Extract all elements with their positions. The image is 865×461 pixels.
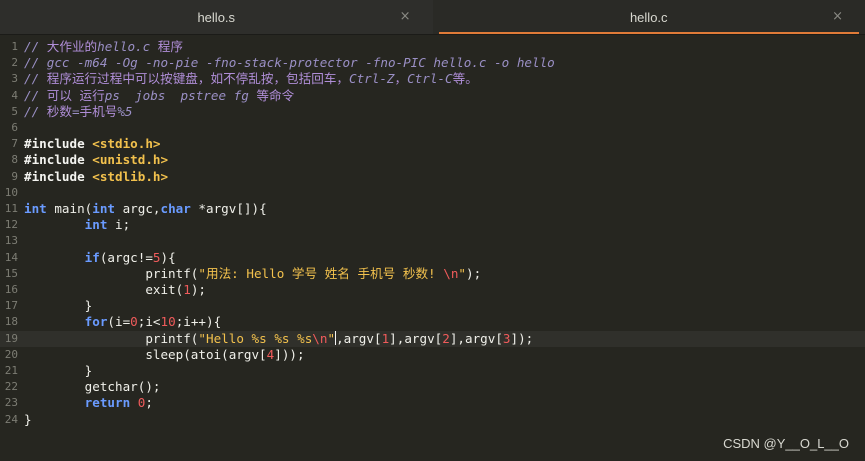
code-text: // 秒数=手机号%5 (24, 103, 133, 119)
code-line[interactable]: 6 (0, 120, 865, 136)
line-number: 23 (4, 396, 18, 410)
code-text: return 0; (84, 395, 153, 411)
code-line[interactable]: 11 int main(int argc,char *argv[]){ (0, 201, 865, 217)
code-text: printf("Hello %s %s %s\n",argv[1],argv[2… (24, 330, 534, 346)
code-text: getchar(); (24, 379, 161, 395)
code-text: exit(1); (24, 282, 206, 297)
code-line[interactable]: 8 #include <unistd.h> (0, 152, 865, 168)
line-number: 15 (4, 266, 18, 280)
code-line[interactable]: 18 for(i=0;i<10;i++){ (0, 314, 865, 330)
line-number: 2 (11, 56, 18, 70)
code-line[interactable]: 16 exit(1); (0, 282, 865, 298)
code-line[interactable]: 4 // 可以 运行ps jobs pstree fg 等命令 (0, 88, 865, 104)
code-line[interactable]: 14 if(argc!=5){ (0, 250, 865, 266)
line-number: 24 (4, 412, 18, 426)
code-line[interactable]: 7 #include <stdio.h> (0, 136, 865, 152)
text-cursor (335, 330, 337, 345)
line-number: 9 (11, 169, 18, 183)
line-number: 5 (11, 104, 18, 118)
line-number: 4 (11, 88, 18, 102)
line-number: 3 (11, 72, 18, 86)
line-number: 1 (11, 40, 18, 53)
line-number: 8 (11, 153, 18, 167)
line-number: 13 (4, 234, 18, 248)
code-text: int i; (84, 217, 131, 233)
close-icon[interactable]: × (832, 9, 843, 24)
tab-label: hello.s (197, 9, 236, 25)
code-line[interactable]: 15 printf("用法: Hello 学号 姓名 手机号 秒数! \n"); (0, 266, 865, 282)
code-line[interactable]: 22 getchar(); (0, 379, 865, 395)
tab-bar: hello.s × hello.c × (0, 0, 865, 35)
line-number: 16 (4, 283, 18, 296)
line-number: 6 (11, 121, 18, 134)
code-line[interactable]: 17 } (0, 298, 865, 314)
code-line[interactable]: 1 // 大作业的hello.c 程序 (0, 39, 865, 55)
code-text: #include <stdlib.h> (24, 168, 169, 184)
code-editor[interactable]: 1 // 大作业的hello.c 程序 2 // gcc -m64 -Og -no-p… (0, 35, 865, 461)
code-text: } (24, 411, 32, 427)
line-number: 17 (4, 299, 18, 313)
watermark: CSDN @Y__O_L__O (723, 436, 849, 451)
tab-label: hello.c (629, 9, 668, 25)
line-number: 19 (4, 331, 18, 345)
code-text: } (24, 298, 93, 314)
code-line[interactable]: 13 (0, 233, 865, 249)
line-number: 12 (4, 218, 18, 232)
code-text: #include <unistd.h> (24, 152, 169, 168)
line-number: 18 (4, 315, 18, 329)
line-number: 21 (4, 364, 18, 377)
code-line[interactable]: 23 return 0; (0, 395, 865, 411)
line-number: 11 (4, 202, 18, 215)
code-text: // 程序运行过程中可以按键盘，如不停乱按，包括回车，Ctrl-Z，Ctrl-C… (24, 71, 478, 87)
code-text: // 大作业的hello.c 程序 (24, 39, 183, 54)
line-number: 22 (4, 380, 18, 394)
line-number: 10 (4, 185, 18, 199)
code-line[interactable]: 24} (0, 412, 865, 428)
code-line[interactable]: 21 } (0, 363, 865, 379)
tab-hello-c[interactable]: hello.c × (432, 0, 865, 34)
code-text: } (24, 363, 93, 378)
code-line[interactable]: 9 #include <stdlib.h> (0, 169, 865, 185)
line-number: 20 (4, 347, 18, 361)
code-line[interactable]: 12 int i; (0, 217, 865, 233)
code-text: int main(int argc,char *argv[]){ (24, 201, 267, 216)
code-line[interactable]: 3 // 程序运行过程中可以按键盘，如不停乱按，包括回车，Ctrl-Z，Ctrl-… (0, 71, 865, 87)
code-text: printf("用法: Hello 学号 姓名 手机号 秒数! \n"); (24, 265, 482, 281)
line-number: 14 (4, 250, 18, 264)
code-line[interactable]: 2 // gcc -m64 -Og -no-pie -fno-stack-prot… (0, 55, 865, 71)
code-line[interactable]: 20 sleep(atoi(argv[4])); (0, 347, 865, 363)
code-text: for(i=0;i<10;i++){ (84, 314, 222, 330)
code-line[interactable]: 10 (0, 185, 865, 201)
code-text: if(argc!=5){ (84, 249, 176, 265)
code-text: #include <stdio.h> (24, 136, 161, 152)
close-icon[interactable]: × (400, 9, 411, 24)
code-text: sleep(atoi(argv[4])); (24, 346, 305, 362)
code-line[interactable]: 19 printf("Hello %s %s %s\n",argv[1],arg… (0, 330, 865, 347)
editor-window: hello.s × hello.c × 1 // 大作业的hello.c 程序 2 /… (0, 0, 865, 461)
line-number: 7 (11, 137, 18, 151)
code-text: // gcc -m64 -Og -no-pie -fno-stack-prote… (24, 55, 555, 71)
tab-hello-s[interactable]: hello.s × (0, 0, 433, 34)
code-text: // 可以 运行ps jobs pstree fg 等命令 (24, 87, 295, 103)
code-line[interactable]: 5 // 秒数=手机号%5 (0, 104, 865, 120)
